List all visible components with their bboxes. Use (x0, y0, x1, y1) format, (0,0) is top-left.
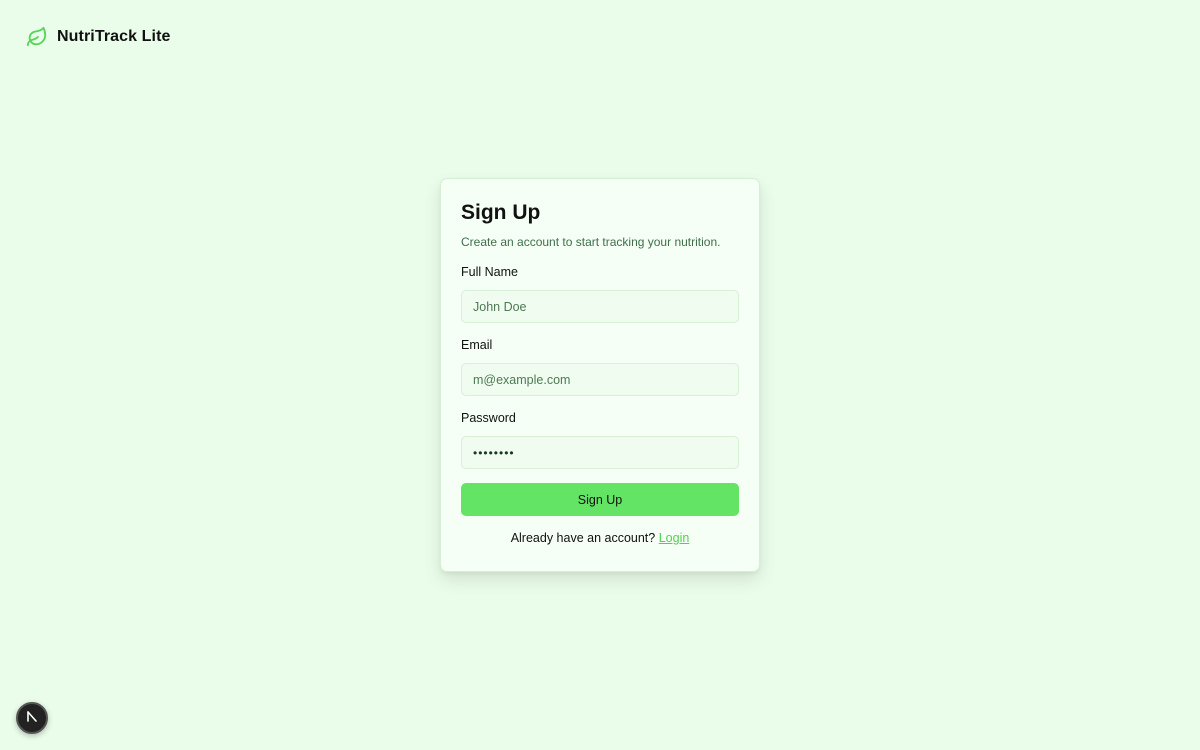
nextjs-icon (25, 709, 39, 728)
full-name-label: Full Name (461, 265, 518, 279)
full-name-input[interactable] (461, 290, 739, 323)
sign-up-button[interactable]: Sign Up (461, 483, 739, 516)
email-input[interactable] (461, 363, 739, 396)
email-field: Email (461, 337, 739, 396)
card-subtitle: Create an account to start tracking your… (461, 235, 721, 249)
card-title: Sign Up (461, 201, 541, 224)
nextjs-dev-badge[interactable] (16, 702, 48, 734)
signup-card: Sign Up Create an account to start track… (440, 178, 760, 572)
login-link[interactable]: Login (659, 531, 690, 545)
login-prompt-text: Already have an account? (510, 531, 656, 545)
full-name-field: Full Name (461, 264, 739, 323)
app-header: NutriTrack Lite (26, 26, 171, 48)
leaf-icon (26, 26, 48, 48)
brand-name: NutriTrack Lite (57, 28, 171, 45)
email-label: Email (461, 338, 493, 352)
password-input[interactable] (461, 436, 739, 469)
login-prompt: Already have an account? Login (461, 531, 739, 545)
password-field: Password (461, 410, 739, 469)
password-label: Password (461, 411, 516, 425)
